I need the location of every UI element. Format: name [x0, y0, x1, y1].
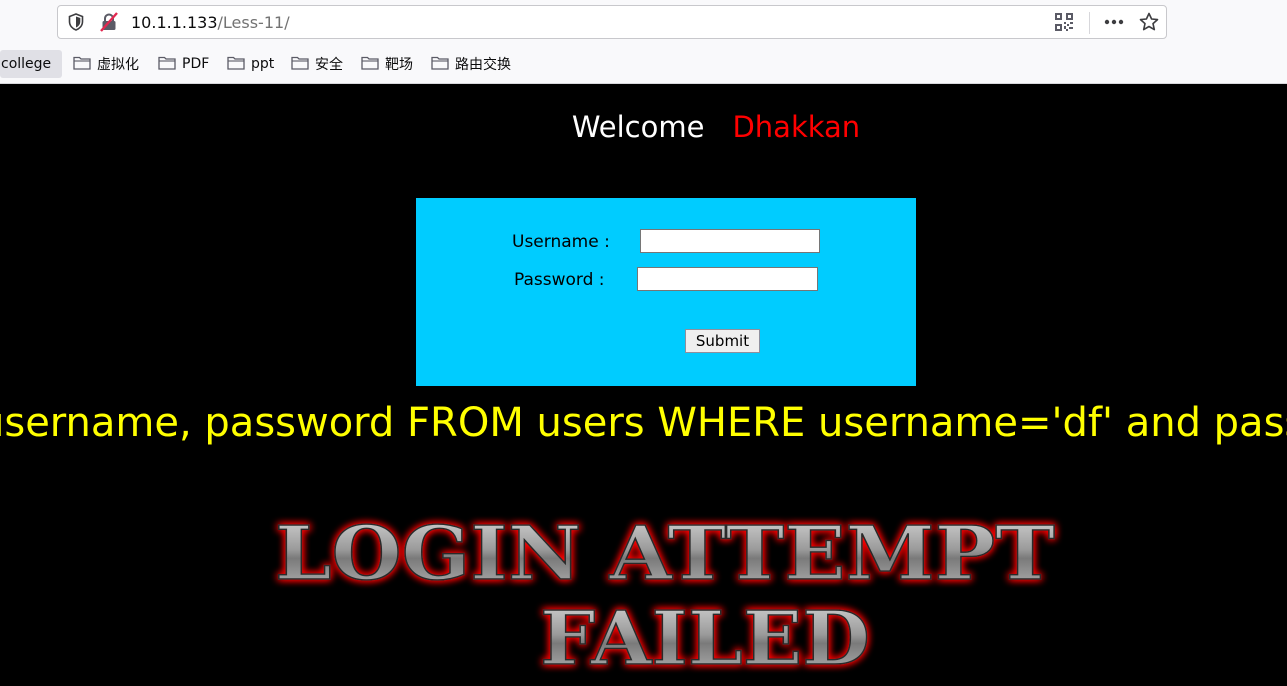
browser-chrome: 10.1.1.133/Less-11/ college 虚拟化 PDF ppt — [0, 0, 1287, 84]
address-bar[interactable]: 10.1.1.133/Less-11/ — [57, 5, 1167, 39]
bookmark-folder-virtualization[interactable]: 虚拟化 — [73, 50, 139, 78]
folder-icon — [291, 55, 309, 74]
welcome-text: Welcome — [571, 110, 705, 144]
qr-code-icon[interactable] — [1053, 6, 1075, 38]
username-input[interactable] — [640, 229, 820, 253]
failed-text-line2: FAILED — [540, 596, 870, 682]
bookmark-label: 路由交换 — [455, 57, 511, 73]
bookmark-folder-security[interactable]: 安全 — [291, 50, 343, 78]
username-label: Username : — [512, 232, 610, 252]
bookmark-folder-routing[interactable]: 路由交换 — [431, 50, 511, 78]
login-form: Username : Password : Submit — [416, 198, 916, 386]
password-input[interactable] — [637, 267, 818, 291]
folder-icon — [73, 55, 91, 74]
bookmark-label: ppt — [251, 56, 275, 72]
bookmark-folder-pdf[interactable]: PDF — [158, 50, 209, 78]
bookmark-folder-range[interactable]: 靶场 — [361, 50, 413, 78]
folder-icon — [227, 55, 245, 74]
divider — [1089, 12, 1090, 34]
bookmark-folder-ppt[interactable]: ppt — [227, 50, 274, 78]
folder-icon — [158, 55, 176, 74]
welcome-name: Dhakkan — [732, 110, 861, 144]
bookmark-label: college — [1, 56, 52, 72]
page-content: Welcome Dhakkan Username : Password : Sub… — [0, 84, 1287, 686]
login-failed-image: LOGIN ATTEMPT FAILED — [274, 510, 1056, 683]
insecure-lock-icon[interactable] — [98, 6, 120, 38]
bookmark-label: 安全 — [315, 57, 343, 73]
bookmark-label: 虚拟化 — [97, 57, 139, 73]
url-path: /Less-11/ — [217, 13, 290, 32]
bookmark-college[interactable]: college — [0, 50, 62, 78]
more-icon[interactable] — [1102, 6, 1126, 38]
password-label: Password : — [514, 270, 605, 290]
shield-icon[interactable] — [66, 6, 86, 38]
sql-query-text: username, password FROM users WHERE user… — [0, 400, 1287, 446]
bookmarks-toolbar: college 虚拟化 PDF ppt 安全 靶场 路由交换 — [0, 48, 1287, 80]
folder-icon — [431, 55, 449, 74]
star-icon[interactable] — [1137, 6, 1161, 38]
submit-button[interactable]: Submit — [685, 329, 760, 353]
url-text[interactable]: 10.1.1.133/Less-11/ — [131, 13, 290, 32]
welcome-heading: Welcome Dhakkan — [0, 110, 1287, 144]
url-host: 10.1.1.133 — [131, 13, 218, 32]
bookmark-label: PDF — [182, 56, 210, 72]
failed-text-line1: LOGIN ATTEMPT — [275, 511, 1055, 597]
folder-icon — [361, 55, 379, 74]
bookmark-label: 靶场 — [385, 57, 413, 73]
